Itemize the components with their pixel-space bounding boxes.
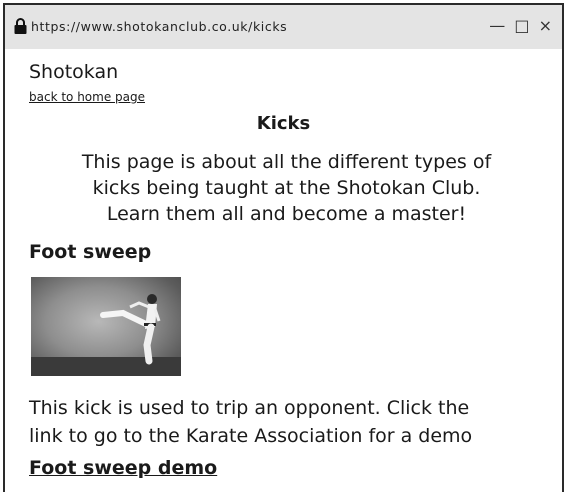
browser-window: https://www.shotokanclub.co.uk/kicks — □… xyxy=(3,3,564,492)
home-link[interactable]: back to home page xyxy=(29,90,145,104)
minimize-icon[interactable]: — xyxy=(489,16,507,35)
intro-line: kicks being taught at the Shotokan Club. xyxy=(92,177,481,199)
section-title: Foot sweep xyxy=(29,241,152,263)
close-icon[interactable]: × xyxy=(539,16,554,35)
page-title: Kicks xyxy=(256,113,311,134)
maximize-icon[interactable]: □ xyxy=(514,16,531,35)
description-line: link to go to the Karate Association for… xyxy=(29,425,473,447)
intro-line: This page is about all the different typ… xyxy=(81,151,492,173)
site-name: Shotokan xyxy=(29,61,119,83)
karate-kick-photo xyxy=(31,277,181,376)
foot-sweep-demo-link[interactable]: Foot sweep demo xyxy=(29,457,217,479)
section-description: This kick is used to trip an opponent. C… xyxy=(29,394,559,450)
browser-titlebar: https://www.shotokanclub.co.uk/kicks — □… xyxy=(5,5,562,49)
window-controls: — □ × xyxy=(489,16,554,35)
intro-line: Learn them all and become a master! xyxy=(106,203,467,225)
intro-text: This page is about all the different typ… xyxy=(43,149,530,227)
karate-figure-illustration xyxy=(31,294,181,376)
address-bar[interactable]: https://www.shotokanclub.co.uk/kicks xyxy=(31,19,287,34)
description-line: This kick is used to trip an opponent. C… xyxy=(29,397,470,419)
lock-icon xyxy=(14,18,27,34)
page-content: Shotokan back to home page Kicks This pa… xyxy=(5,49,562,492)
